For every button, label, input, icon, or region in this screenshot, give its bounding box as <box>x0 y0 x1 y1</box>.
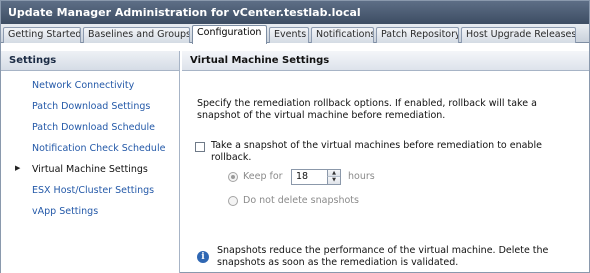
tab-events[interactable]: Events <box>269 27 309 43</box>
tab-host-upgrade-releases[interactable]: Host Upgrade Releases <box>461 27 576 43</box>
chevron-up-icon[interactable]: ▲ <box>327 170 340 177</box>
hours-label: hours <box>348 171 375 182</box>
sidebar-item-patch-download-schedule[interactable]: Patch Download Schedule <box>32 122 155 133</box>
snapshot-checkbox-label-line-1[interactable]: Take a snapshot of the virtual machines … <box>211 140 542 152</box>
tab-patch-repository[interactable]: Patch Repository <box>376 27 459 43</box>
sidebar-item-vapp-settings[interactable]: vApp Settings <box>32 206 98 217</box>
description-line-2: snapshot of the virtual machine before r… <box>197 110 446 121</box>
info-text-line-2: snapshots as soon as the remediation is … <box>217 257 459 268</box>
info-icon: i <box>197 251 209 263</box>
do-not-delete-label: Do not delete snapshots <box>243 195 359 206</box>
sidebar-item-notification-check-schedule[interactable]: Notification Check Schedule <box>32 143 165 154</box>
snapshot-checkbox-label-line-2[interactable]: rollback. <box>211 152 251 164</box>
do-not-delete-radio[interactable] <box>228 196 238 206</box>
description-line-1: Specify the remediation rollback options… <box>197 98 537 109</box>
settings-sidebar: Settings Network Connectivity Patch Down… <box>1 51 180 273</box>
tab-strip: Getting Started Baselines and Groups Con… <box>1 24 589 44</box>
tab-configuration[interactable]: Configuration <box>192 25 267 44</box>
sidebar-item-virtual-machine-settings[interactable]: Virtual Machine Settings <box>32 164 148 175</box>
keep-for-hours-spinner[interactable]: 18 ▲ ▼ <box>291 169 341 185</box>
window-title: Update Manager Administration for vCente… <box>1 1 589 24</box>
tab-getting-started[interactable]: Getting Started <box>3 27 81 43</box>
keep-for-label: Keep for <box>243 171 283 182</box>
panel-title: Virtual Machine Settings <box>182 51 589 71</box>
snapshot-checkbox[interactable] <box>195 142 205 152</box>
keep-for-radio[interactable] <box>228 172 238 182</box>
tab-baselines-and-groups[interactable]: Baselines and Groups <box>83 27 190 43</box>
sidebar-header: Settings <box>1 51 179 71</box>
sidebar-item-esx-host-cluster-settings[interactable]: ESX Host/Cluster Settings <box>32 185 154 196</box>
sidebar-item-patch-download-settings[interactable]: Patch Download Settings <box>32 101 150 112</box>
tab-notifications[interactable]: Notifications <box>311 27 374 43</box>
info-text-line-1: Snapshots reduce the performance of the … <box>217 245 549 256</box>
sidebar-item-network-connectivity[interactable]: Network Connectivity <box>32 80 134 91</box>
update-manager-window: Update Manager Administration for vCente… <box>0 0 590 273</box>
keep-for-hours-value[interactable]: 18 <box>296 171 308 183</box>
triangle-right-icon: ▶ <box>15 164 21 172</box>
chevron-down-icon[interactable]: ▼ <box>327 177 340 184</box>
settings-panel: Virtual Machine Settings Specify the rem… <box>182 51 589 273</box>
